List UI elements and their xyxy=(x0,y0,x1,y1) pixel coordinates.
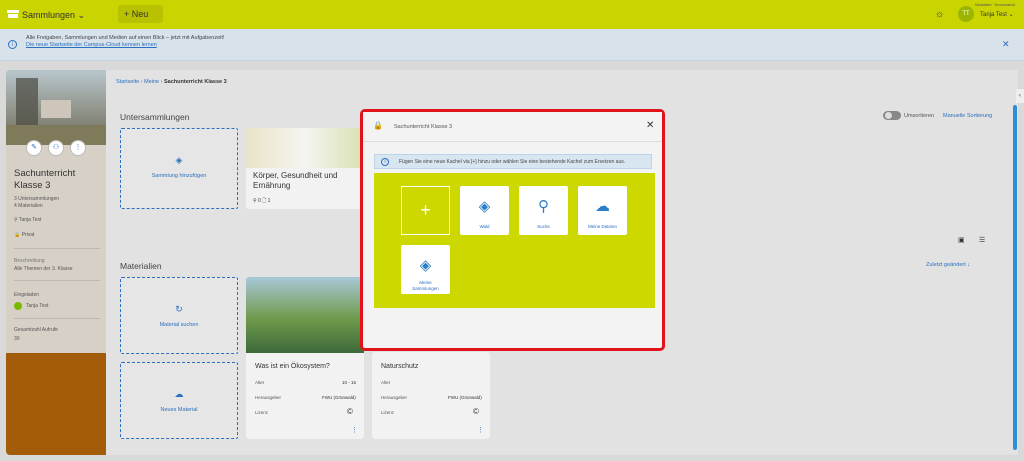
visibility: 🔒 Privat xyxy=(14,232,35,238)
lock-icon: 🔒 xyxy=(373,121,383,130)
views-count: 30 xyxy=(14,336,20,342)
share-icon[interactable]: ⚇ xyxy=(48,140,64,156)
more-icon[interactable]: ⋮ xyxy=(70,140,86,156)
edit-icon[interactable]: ✎ xyxy=(26,140,42,156)
dialog-info: i Fügen Sie eine neue Kachel via [+] hin… xyxy=(374,154,652,169)
breadcrumb-current: Sachunterricht Klasse 3 xyxy=(164,79,227,85)
collection-image xyxy=(6,70,106,145)
views-label: Gesamtzahl Aufrufe xyxy=(14,327,58,333)
card-image xyxy=(246,277,364,353)
material-card[interactable]: Was ist ein Ökosystem? Alter 10 - 16 Her… xyxy=(246,277,364,439)
sort-dropdown[interactable]: Zuletzt geändert ↓ xyxy=(926,262,970,268)
layers-icon: ◈ xyxy=(419,257,432,274)
invited-label: Eingeladen xyxy=(14,292,40,298)
material-count: 4 Materialien xyxy=(14,203,43,209)
search-icon: ⚲ xyxy=(538,198,549,215)
grid-view-icon[interactable]: ▣ xyxy=(958,236,965,244)
breadcrumb-home[interactable]: Startseite xyxy=(116,79,139,85)
reorder-toggle[interactable] xyxy=(883,111,901,120)
copyright-icon: © xyxy=(347,407,353,416)
invited-user: Tanja Test xyxy=(26,303,49,309)
collection-sidebar: ✎ ⚇ ⋮ Sachunterricht Klasse 3 3 Untersam… xyxy=(6,70,106,455)
search-material-button[interactable]: ↻ Material suchen xyxy=(120,277,238,354)
layers-icon: ◈ xyxy=(175,155,183,165)
tile-title: Körper, Gesundheit und Ernährung xyxy=(253,171,338,190)
add-collection-button[interactable]: ◈ Sammlung hinzufügen xyxy=(120,128,238,209)
side-panel-toggle[interactable]: ‹ xyxy=(1016,89,1024,103)
tile-dialog: 🔒 Sachunterricht Klasse 3 ✕ i Fügen Sie … xyxy=(360,109,665,351)
description: Alle Themen der 3. Klasse xyxy=(14,266,73,272)
dialog-title: Sachunterricht Klasse 3 xyxy=(394,124,453,130)
manual-sort-link[interactable]: Manuelle Sortierung xyxy=(943,113,992,119)
collections-logo-icon xyxy=(7,10,19,18)
close-icon[interactable]: ✕ xyxy=(1002,39,1010,50)
copyright-icon: © xyxy=(473,407,479,416)
close-icon[interactable]: ✕ xyxy=(646,120,654,131)
breadcrumb-mine[interactable]: Meine xyxy=(144,79,159,85)
avatar xyxy=(14,302,22,310)
more-icon[interactable]: ⋮ xyxy=(351,426,358,434)
info-icon: i xyxy=(8,40,17,49)
reorder-label: Umsortieren xyxy=(904,113,934,119)
more-icon[interactable]: ⋮ xyxy=(477,426,484,434)
subcollection-count: 3 Untersammlungen xyxy=(14,196,60,202)
sidebar-footer xyxy=(6,353,106,455)
description-label: Beschreibung xyxy=(14,258,45,264)
info-banner: i Alle Freigaben, Sammlungen und Medien … xyxy=(0,29,1024,61)
collection-tile[interactable]: Körper, Gesundheit und Ernährung ⚲ 0 🗋 1 xyxy=(246,128,364,209)
theme-toggle-icon[interactable]: ☼ xyxy=(935,9,944,20)
scrollbar[interactable] xyxy=(1013,105,1017,450)
header-links[interactable]: Metadaten · Druckansicht xyxy=(975,3,1015,7)
card-title: Was ist ein Ökosystem? xyxy=(255,363,330,370)
dialog-header: 🔒 Sachunterricht Klasse 3 ✕ xyxy=(363,112,662,142)
tile-image xyxy=(246,128,364,168)
top-bar: Sammlungen ⌄ + Neu Metadaten · Druckansi… xyxy=(0,0,1024,29)
tile-my-collections[interactable]: ◈ Meine Sammlungen xyxy=(401,245,450,294)
cloud-upload-icon: ☁ xyxy=(174,389,184,399)
new-material-button[interactable]: ☁ Neues Material xyxy=(120,362,238,439)
app-title-dropdown[interactable]: Sammlungen ⌄ xyxy=(22,10,85,21)
tile-wald[interactable]: ◈ Wald xyxy=(460,186,509,235)
tile-meta: ⚲ 0 🗋 1 xyxy=(253,198,271,204)
tile-search[interactable]: ⚲ Suche xyxy=(519,186,568,235)
banner-link[interactable]: Die neue Startseite der Campus-Cloud ken… xyxy=(26,42,157,48)
list-view-icon[interactable]: ☰ xyxy=(979,236,985,244)
materials-heading: Materialien xyxy=(120,261,162,271)
info-icon: i xyxy=(381,158,389,166)
refresh-icon: ↻ xyxy=(175,304,183,314)
cloud-icon: ☁ xyxy=(595,198,610,215)
banner-text: Alle Freigaben, Sammlungen und Medien au… xyxy=(26,35,225,41)
card-title: Naturschutz xyxy=(381,363,419,370)
subcollections-heading: Untersammlungen xyxy=(120,112,190,122)
collection-title: Sachunterricht Klasse 3 xyxy=(14,168,76,191)
layers-icon: ◈ xyxy=(478,198,491,215)
tile-my-files[interactable]: ☁ Meine Dateien xyxy=(578,186,627,235)
new-button[interactable]: + Neu xyxy=(118,5,163,23)
add-tile-button[interactable]: + xyxy=(401,186,450,235)
tile-grid: + ◈ Wald ⚲ Suche ☁ Meine Dateien ◈ Meine… xyxy=(374,173,655,308)
material-card[interactable]: Naturschutz Alter Herausgeber FWU (Grünw… xyxy=(372,352,490,439)
user-avatar[interactable]: TT xyxy=(958,6,974,22)
user-menu[interactable]: Tanja Test ⌄ xyxy=(980,11,1014,18)
breadcrumb: Startseite › Meine › Sachunterricht Klas… xyxy=(116,79,227,85)
owner: ⚲ Tanja Test xyxy=(14,217,42,223)
